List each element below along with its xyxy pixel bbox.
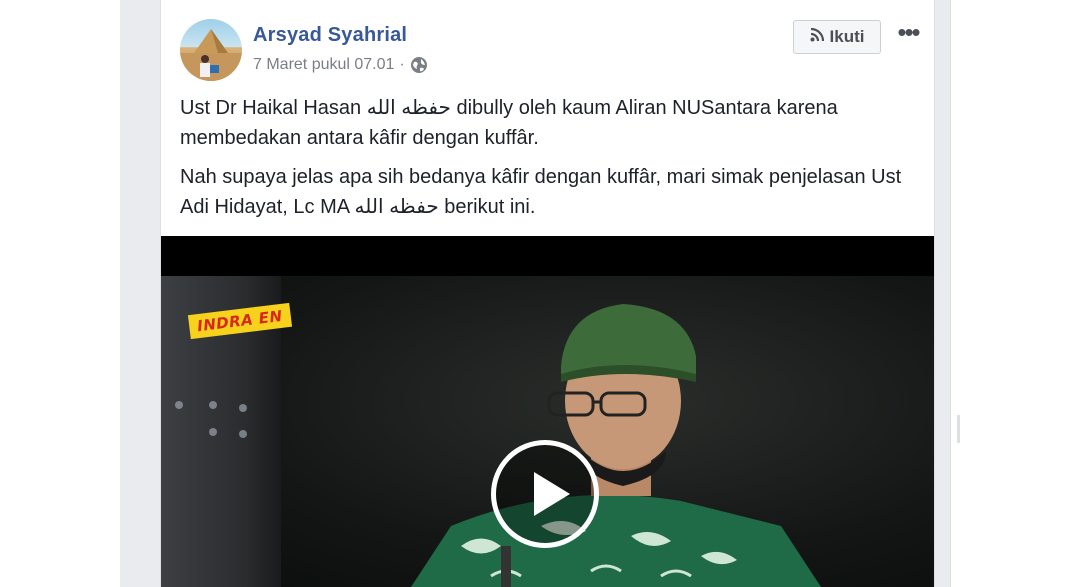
post-timestamp[interactable]: 7 Maret pukul 07.01 <box>253 56 394 74</box>
post-paragraph-1: Ust Dr Haikal Hasan حفظه الله dibully ol… <box>180 97 838 149</box>
play-icon[interactable] <box>491 440 599 548</box>
globe-icon[interactable] <box>410 56 428 74</box>
post-body: Ust Dr Haikal Hasan حفظه الله dibully ol… <box>180 93 915 231</box>
right-column-card <box>950 0 961 587</box>
rss-icon <box>810 27 824 47</box>
author-name[interactable]: Arsyad Syahrial <box>253 24 407 47</box>
meta-separator: · <box>399 56 405 73</box>
post-card: Arsyad Syahrial 7 Maret pukul 07.01 · Ik… <box>160 0 935 587</box>
post-paragraph-2: Nah supaya jelas apa sih bedanya kâfir d… <box>180 166 902 218</box>
video-player[interactable]: INDRA EN <box>161 236 934 587</box>
right-column-divider <box>957 415 960 443</box>
author-avatar[interactable] <box>180 19 242 81</box>
follow-button[interactable]: Ikuti <box>793 20 881 54</box>
avatar-photo-icon <box>180 29 242 81</box>
more-options-icon[interactable]: ••• <box>893 19 923 45</box>
follow-label: Ikuti <box>829 27 865 46</box>
post-meta: 7 Maret pukul 07.01 · <box>253 56 428 74</box>
